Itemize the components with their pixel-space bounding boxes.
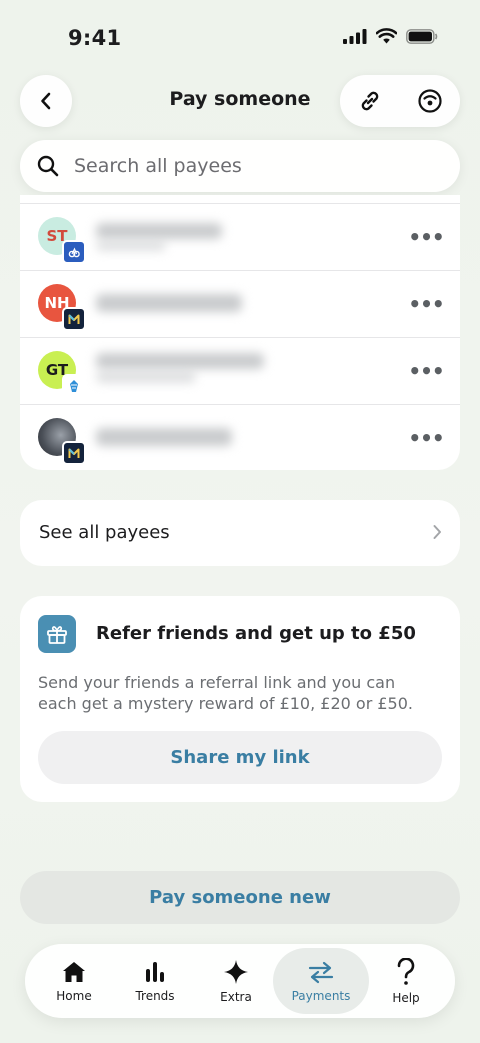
barclays-bank-icon — [62, 374, 86, 398]
tab-home[interactable]: Home — [29, 948, 119, 1014]
monzo-bank-icon — [62, 441, 86, 465]
refer-description: Send your friends a referral link and yo… — [38, 673, 413, 713]
see-all-payees-row[interactable]: See all payees — [20, 500, 460, 566]
row-divider — [20, 203, 460, 204]
see-all-payees-label: See all payees — [39, 522, 170, 543]
transfer-arrows-icon — [308, 961, 334, 983]
refer-friends-card: Refer friends and get up to £50 Send you… — [20, 596, 460, 802]
question-icon — [397, 957, 415, 985]
tab-label: Extra — [220, 989, 252, 1004]
row-divider — [20, 404, 460, 405]
face-id-icon — [418, 89, 442, 113]
pay-someone-new-button[interactable]: Pay someone new — [20, 871, 460, 924]
face-scan-button[interactable] — [408, 79, 452, 123]
search-input[interactable] — [72, 154, 436, 178]
gift-icon — [38, 615, 76, 653]
tab-payments[interactable]: Payments — [273, 948, 369, 1014]
payee-row[interactable]: GT ••• — [20, 337, 460, 404]
tab-bar: Home Trends Extra Payments Help — [25, 944, 455, 1018]
status-bar: 9:41 — [0, 0, 480, 70]
link-icon — [361, 91, 379, 111]
battery-icon — [406, 28, 438, 44]
more-options-icon[interactable]: ••• — [408, 359, 444, 383]
tab-help[interactable]: Help — [361, 948, 451, 1014]
payee-list: ST ••• NH ••• GT ••• ••• — [20, 195, 460, 470]
tab-trends[interactable]: Trends — [110, 948, 200, 1014]
share-link-button[interactable]: Share my link — [38, 731, 442, 784]
payee-details-redacted — [96, 371, 196, 383]
more-options-icon[interactable]: ••• — [408, 426, 444, 450]
wifi-icon — [376, 28, 397, 44]
payee-details-redacted — [96, 241, 166, 251]
status-icons — [343, 28, 438, 44]
copy-link-button[interactable] — [348, 79, 392, 123]
monzo-bank-icon — [62, 307, 86, 331]
search-icon — [36, 154, 60, 178]
tab-label: Home — [56, 988, 92, 1003]
payee-row[interactable]: ST ••• — [20, 203, 460, 270]
natwest-bank-icon — [62, 240, 86, 264]
cellular-signal-icon — [343, 28, 367, 44]
refer-title: Refer friends and get up to £50 — [96, 623, 416, 644]
more-options-icon[interactable]: ••• — [408, 225, 444, 249]
payee-row[interactable]: NH ••• — [20, 270, 460, 337]
payee-name-redacted — [96, 223, 222, 239]
row-divider — [20, 337, 460, 338]
bar-chart-icon — [146, 961, 164, 982]
payee-name-redacted — [96, 353, 264, 369]
chevron-right-icon — [433, 525, 441, 539]
status-time: 9:41 — [68, 26, 122, 50]
payee-name-redacted — [96, 294, 242, 312]
tab-label: Trends — [135, 988, 175, 1003]
payee-name-redacted — [96, 428, 232, 446]
tab-extra[interactable]: Extra — [191, 948, 281, 1014]
search-bar[interactable] — [20, 140, 460, 192]
row-divider — [20, 270, 460, 271]
tab-label: Payments — [291, 988, 351, 1003]
more-options-icon[interactable]: ••• — [408, 292, 444, 316]
payee-row[interactable]: ••• — [20, 404, 460, 471]
header-actions — [340, 75, 460, 127]
home-icon — [63, 961, 85, 982]
tab-label: Help — [392, 990, 420, 1005]
sparkle-icon — [224, 959, 248, 984]
